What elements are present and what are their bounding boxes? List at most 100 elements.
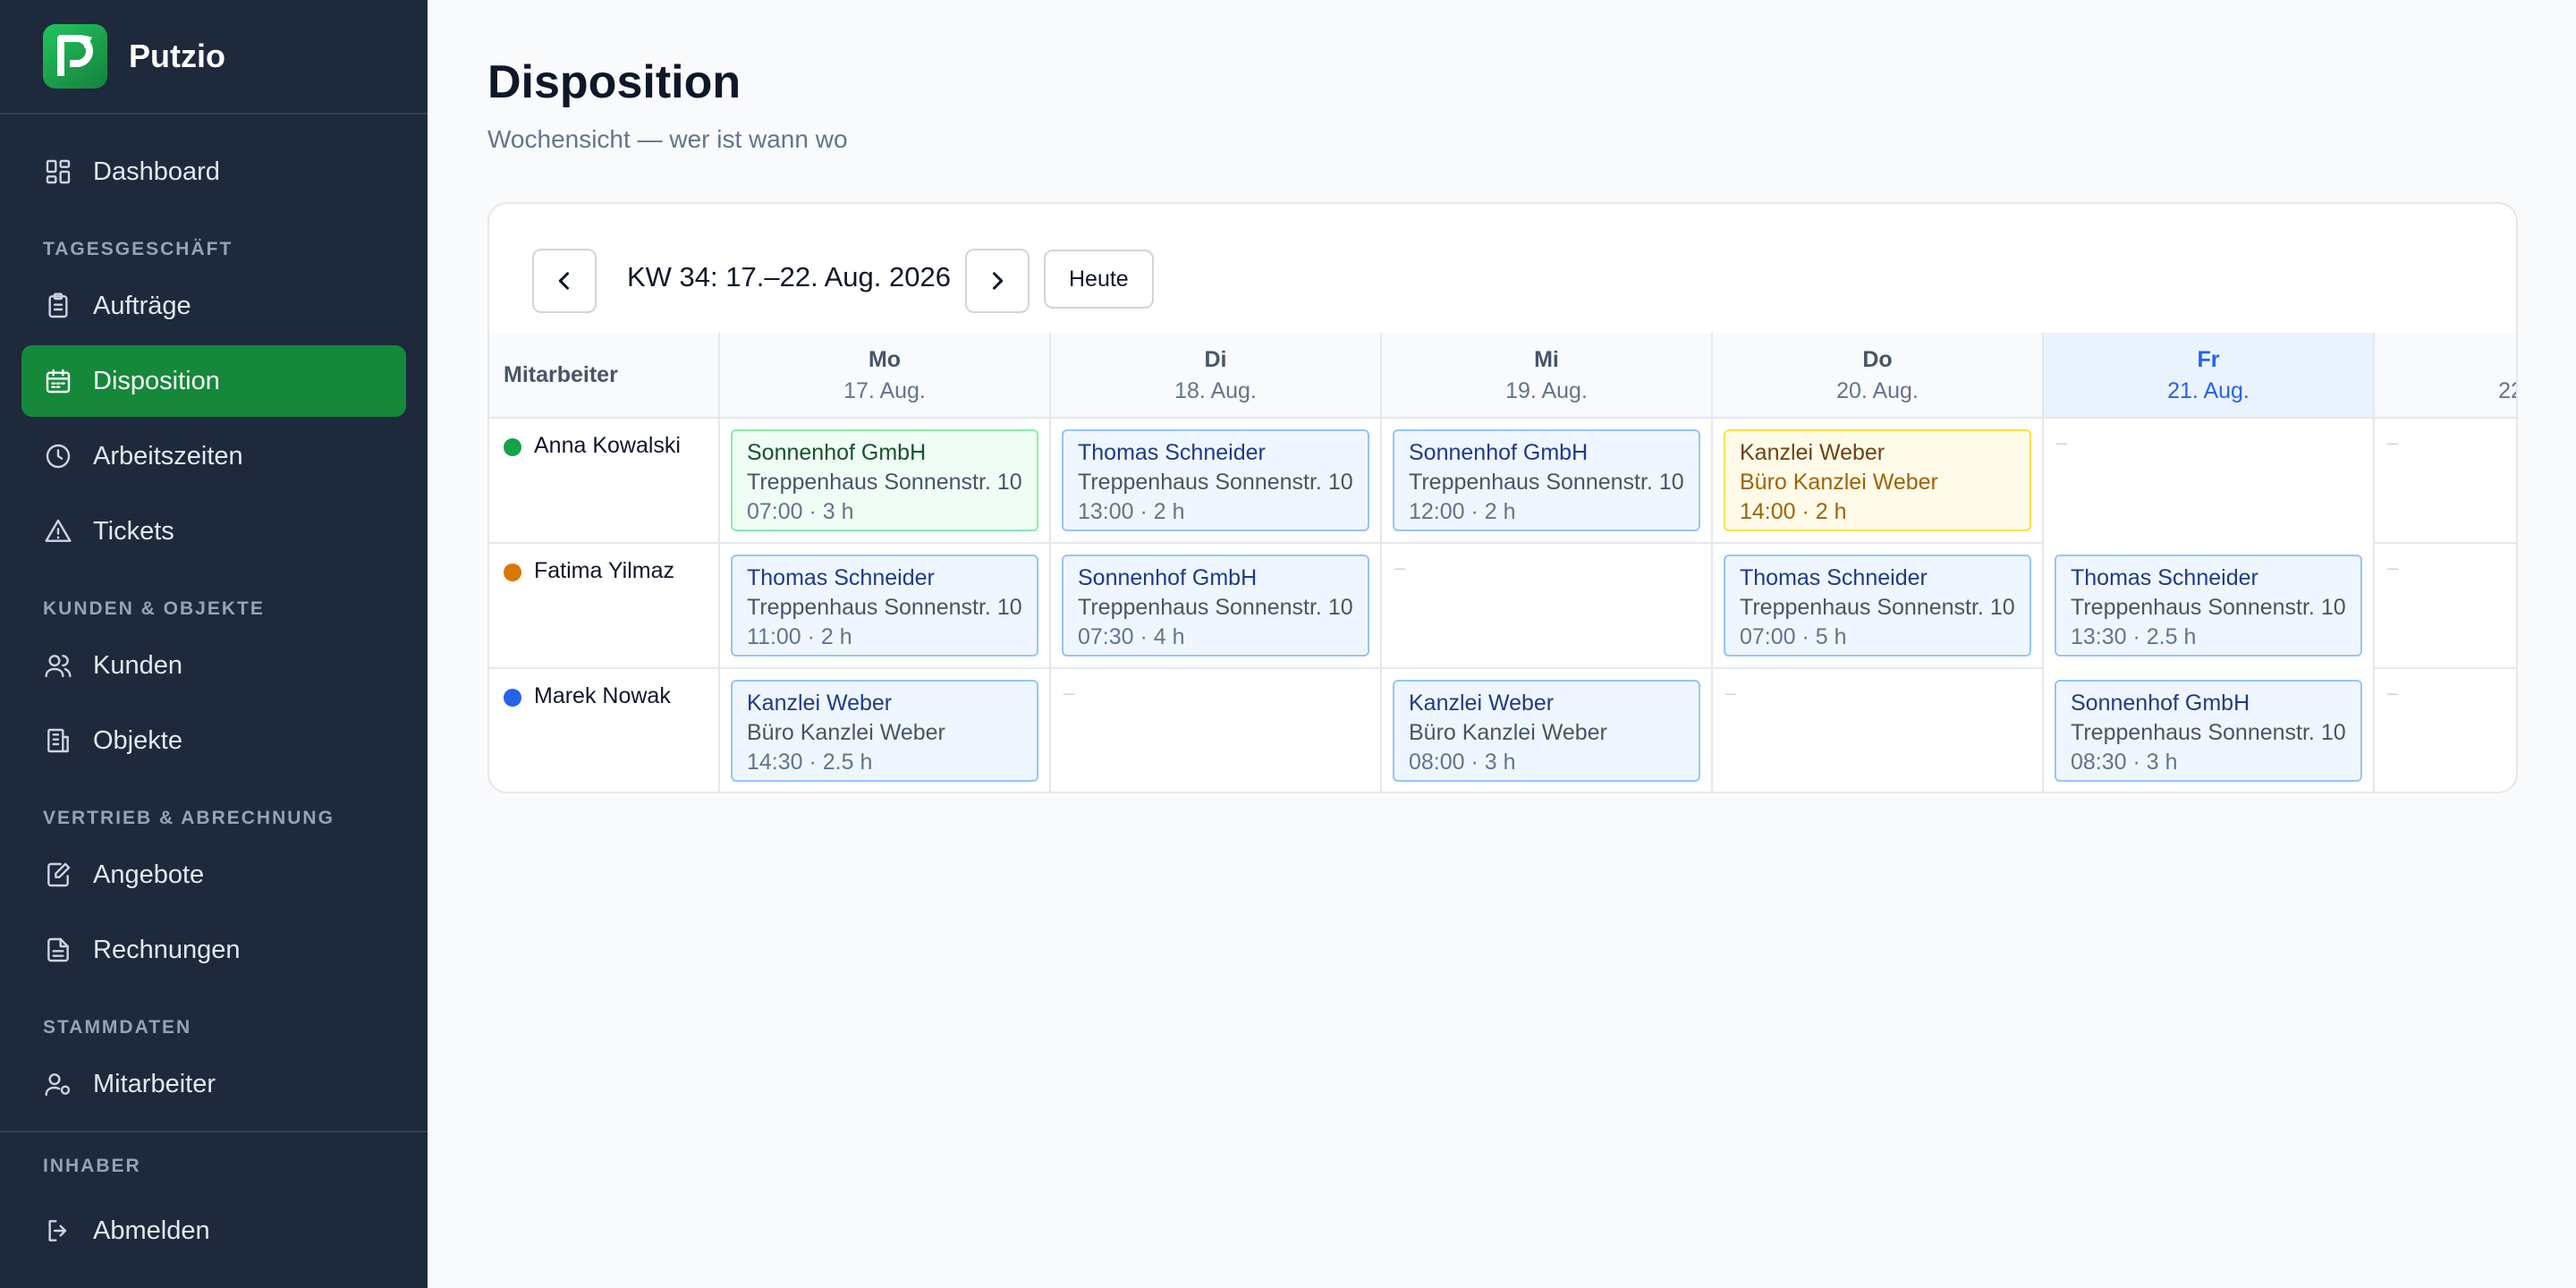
clock-icon (43, 441, 73, 471)
job-time: 13:00 · 2 h (1078, 499, 1185, 524)
day-header-3: Do 20. Aug. (1713, 333, 2044, 419)
sidebar-item-mitarbeiter[interactable]: Mitarbeiter (21, 1048, 406, 1120)
schedule-cell[interactable]: Kanzlei Weber Büro Kanzlei Weber 08:00 · 3… (1382, 669, 1713, 792)
schedule-cell[interactable]: Thomas Schneider Treppenhaus Sonnenstr. 1… (2044, 544, 2375, 669)
clipboard-icon (43, 291, 73, 321)
brand[interactable]: Putzio (43, 24, 225, 89)
schedule-cell[interactable]: Sonnenhof GmbH Treppenhaus Sonnenstr. 10 0… (720, 419, 1051, 544)
building-icon (43, 725, 73, 756)
job-card[interactable]: Thomas Schneider Treppenhaus Sonnenstr. 1… (731, 555, 1038, 657)
empty-marker: – (1063, 682, 1075, 704)
employee-row: Marek Nowak Kanzlei Weber Büro Kanzlei Web… (489, 669, 2516, 792)
job-object: Büro Kanzlei Weber (747, 720, 945, 745)
sidebar-item-arbeitszeiten[interactable]: Arbeitszeiten (21, 420, 406, 492)
day-date: 22. Aug. (2498, 378, 2516, 403)
page-title: Disposition (487, 56, 741, 108)
job-card[interactable]: Kanzlei Weber Büro Kanzlei Weber 14:30 · 2… (731, 680, 1038, 782)
next-week-button[interactable] (965, 249, 1030, 313)
job-time: 14:00 · 2 h (1740, 499, 1847, 524)
schedule-cell[interactable]: Sonnenhof GmbH Treppenhaus Sonnenstr. 10 0… (2044, 669, 2375, 792)
schedule-cell[interactable]: Kanzlei Weber Büro Kanzlei Weber 14:00 · 2… (1713, 419, 2044, 544)
schedule-cell[interactable]: Thomas Schneider Treppenhaus Sonnenstr. 1… (1713, 544, 2044, 669)
employee-name: Anna Kowalski (534, 433, 681, 458)
sidebar-item-rechnungen[interactable]: Rechnungen (21, 914, 406, 986)
sidebar-item-kunden[interactable]: Kunden (21, 630, 406, 701)
schedule-cell[interactable]: – (2375, 544, 2516, 669)
schedule-cell[interactable]: – (2375, 669, 2516, 792)
job-card[interactable]: Thomas Schneider Treppenhaus Sonnenstr. 1… (1724, 555, 2031, 657)
job-time: 14:30 · 2.5 h (747, 750, 873, 775)
sidebar-item-angebote[interactable]: Angebote (21, 839, 406, 911)
schedule-cell[interactable]: – (2375, 419, 2516, 544)
job-card[interactable]: Sonnenhof GmbH Treppenhaus Sonnenstr. 10 0… (731, 429, 1038, 531)
schedule-cell[interactable]: Kanzlei Weber Büro Kanzlei Weber 14:30 · 2… (720, 669, 1051, 792)
today-button[interactable]: Heute (1044, 250, 1154, 309)
job-object: Treppenhaus Sonnenstr. 10 (1078, 470, 1353, 495)
schedule-cell[interactable]: Sonnenhof GmbH Treppenhaus Sonnenstr. 10 1… (1382, 419, 1713, 544)
sidebar-item-label: Angebote (93, 860, 205, 889)
sidebar-item-label: Abmelden (93, 1216, 210, 1245)
employee-cell: Marek Nowak (489, 669, 720, 792)
logout-icon (43, 1216, 73, 1246)
job-time: 07:00 · 3 h (747, 499, 854, 524)
schedule-cell[interactable]: – (1382, 544, 1713, 669)
warning-icon (43, 516, 73, 547)
sidebar-item-label: Disposition (93, 366, 220, 395)
section-label-vertrieb: VERTRIEB & ABRECHNUNG (43, 808, 335, 828)
section-label-stammdaten: STAMMDATEN (43, 1017, 192, 1038)
schedule-cell[interactable]: Sonnenhof GmbH Treppenhaus Sonnenstr. 10 0… (1051, 544, 1382, 669)
day-name: Sa (2375, 347, 2516, 373)
job-card[interactable]: Kanzlei Weber Büro Kanzlei Weber 08:00 · 3… (1393, 680, 1700, 782)
putzio-logo-icon (43, 24, 107, 89)
job-object: Treppenhaus Sonnenstr. 10 (747, 470, 1022, 495)
job-time: 07:30 · 4 h (1078, 624, 1185, 649)
job-time: 11:00 · 2 h (747, 624, 852, 649)
job-object: Treppenhaus Sonnenstr. 10 (2071, 720, 2346, 745)
day-name: Mi (1534, 347, 1559, 372)
employee-cell: Fatima Yilmaz (489, 544, 720, 669)
job-time: 13:30 · 2.5 h (2071, 624, 2197, 649)
sidebar-item-label: Objekte (93, 725, 182, 755)
sidebar-item-tickets[interactable]: Tickets (21, 496, 406, 567)
employee-cell: Anna Kowalski (489, 419, 720, 544)
job-card[interactable]: Kanzlei Weber Büro Kanzlei Weber 14:00 · 2… (1724, 429, 2031, 531)
job-card[interactable]: Sonnenhof GmbH Treppenhaus Sonnenstr. 10 0… (1062, 555, 1369, 657)
job-card[interactable]: Sonnenhof GmbH Treppenhaus Sonnenstr. 10 0… (2055, 680, 2362, 782)
calendar-icon (43, 366, 73, 396)
day-header-0: Mo 17. Aug. (720, 333, 1051, 419)
schedule-cell[interactable]: – (1051, 669, 1382, 792)
sidebar-item-abmelden[interactable]: Abmelden (21, 1195, 406, 1267)
previous-week-button[interactable] (532, 249, 597, 313)
employee-row: Fatima Yilmaz Thomas Schneider Treppenhaus… (489, 544, 2516, 669)
section-label-inhaber: INHABER (43, 1156, 141, 1176)
schedule-cell[interactable]: Thomas Schneider Treppenhaus Sonnenstr. 1… (720, 544, 1051, 669)
day-header-4: Fr 21. Aug. (2044, 333, 2375, 419)
day-name: Do (1862, 347, 1893, 372)
chevron-left-icon (558, 272, 570, 290)
schedule-cell[interactable]: – (2044, 419, 2375, 544)
sidebar-item-disposition[interactable]: Disposition (21, 345, 406, 417)
employee-name: Marek Nowak (534, 683, 671, 708)
job-customer: Thomas Schneider (1078, 440, 1266, 465)
job-card[interactable]: Thomas Schneider Treppenhaus Sonnenstr. 1… (1062, 429, 1369, 531)
job-object: Treppenhaus Sonnenstr. 10 (1078, 595, 1353, 620)
job-time: 07:00 · 5 h (1740, 624, 1847, 649)
job-card[interactable]: Sonnenhof GmbH Treppenhaus Sonnenstr. 10 1… (1393, 429, 1700, 531)
sidebar-item-label: Arbeitszeiten (93, 441, 243, 470)
sidebar-item-label: Rechnungen (93, 935, 241, 964)
job-customer: Kanzlei Weber (1409, 691, 1555, 716)
sidebar-item-label: Aufträge (93, 291, 191, 320)
sidebar-item-auftraege[interactable]: Aufträge (21, 270, 406, 342)
sidebar-item-objekte[interactable]: Objekte (21, 705, 406, 776)
employee-color-dot (504, 689, 521, 707)
empty-marker: – (2387, 682, 2399, 704)
schedule-cell[interactable]: Thomas Schneider Treppenhaus Sonnenstr. 1… (1051, 419, 1382, 544)
users-icon (43, 650, 73, 681)
day-header-5: Sa 22. Aug. (2375, 333, 2516, 419)
schedule-cell[interactable]: – (1713, 669, 2044, 792)
sidebar-item-dashboard[interactable]: Dashboard (21, 136, 406, 208)
day-date: 21. Aug. (2167, 378, 2250, 403)
day-header-1: Di 18. Aug. (1051, 333, 1382, 419)
job-card[interactable]: Thomas Schneider Treppenhaus Sonnenstr. 1… (2055, 555, 2362, 657)
day-name: Mo (868, 347, 902, 372)
